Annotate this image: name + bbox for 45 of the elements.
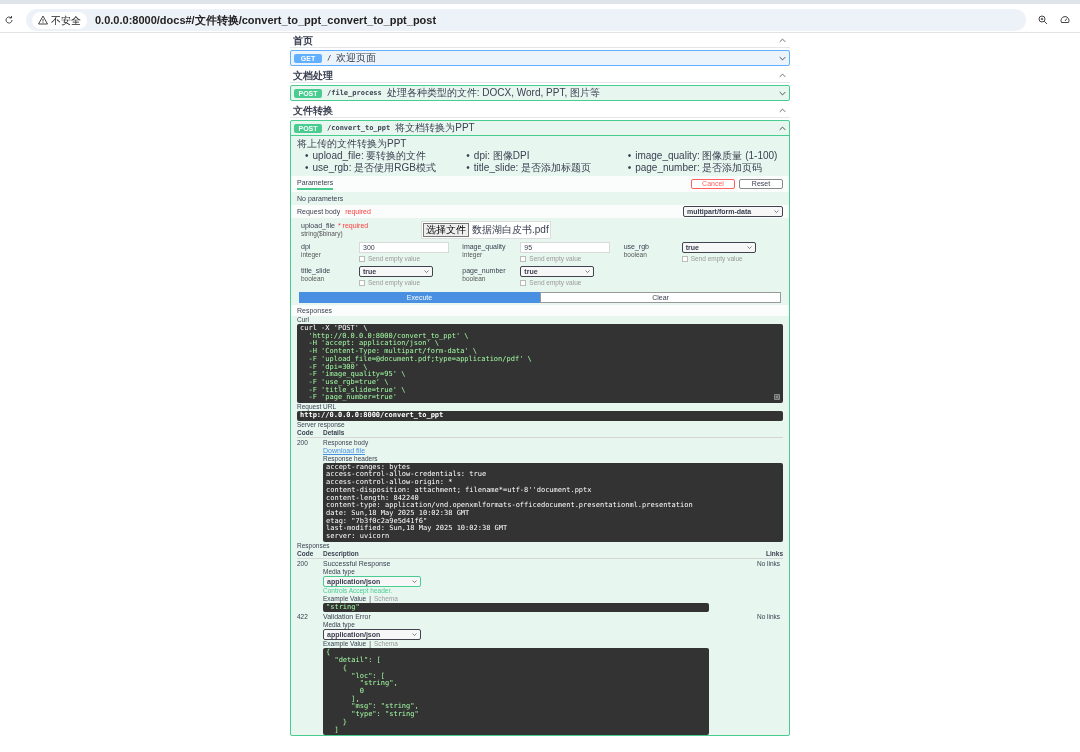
parameter-note: title_slide: 是否添加标题页 xyxy=(473,162,592,173)
endpoint-summary: 处理各种类型的文件: DOCX, Word, PPT, 图片等 xyxy=(386,87,600,99)
bullet: • xyxy=(627,162,632,173)
bullet: • xyxy=(627,150,632,161)
caret-icon[interactable] xyxy=(779,38,786,43)
caret-icon[interactable] xyxy=(779,90,786,96)
choose-file-button[interactable]: 选择文件 xyxy=(423,223,469,237)
bullet: • xyxy=(466,150,470,161)
caret-icon xyxy=(412,579,417,583)
checkbox[interactable] xyxy=(359,279,365,286)
endpoint-summary: 欢迎页面 xyxy=(336,52,377,64)
bullet: • xyxy=(466,162,470,173)
reload-icon[interactable] xyxy=(4,15,14,25)
endpoint-summary: 将文档转换为PPT xyxy=(395,122,475,134)
caret-icon xyxy=(424,270,429,273)
checkbox[interactable] xyxy=(520,255,527,262)
operation-description: 将上传的文件转换为PPT xyxy=(296,137,408,150)
bullet: • xyxy=(305,162,309,173)
section-title[interactable]: 首页 xyxy=(293,34,313,47)
address-bar[interactable]: 不安全 0.0.0.0:8000/docs#/文件转换/convert_to_ppt_convert_to_ppt_post xyxy=(26,9,1026,31)
caret-icon[interactable] xyxy=(779,55,786,61)
gauge-icon[interactable] xyxy=(1060,15,1070,25)
warning-icon xyxy=(38,15,48,25)
checkbox[interactable] xyxy=(681,255,688,262)
copy-icon[interactable] xyxy=(774,394,780,401)
caret-icon xyxy=(774,210,779,213)
checkbox[interactable] xyxy=(520,279,527,286)
bullet: • xyxy=(305,150,309,161)
checkbox[interactable] xyxy=(359,255,365,262)
zoom-icon[interactable] xyxy=(1038,15,1048,25)
caret-icon[interactable] xyxy=(779,125,786,131)
parameter-note: page_number: 是否添加页码 xyxy=(635,162,763,173)
parameter-note: dpi: 图像DPI xyxy=(473,150,530,161)
section-title[interactable]: 文档处理 xyxy=(293,69,333,82)
parameter-note: use_rgb: 是否使用RGB模式 xyxy=(312,162,436,173)
parameter-note: image_quality: 图像质量 (1-100) xyxy=(635,150,778,161)
url-text: 0.0.0.0:8000/docs#/文件转换/convert_to_ppt_convert_to_ppt_post xyxy=(95,13,437,27)
caret-icon[interactable] xyxy=(779,108,786,113)
caret-icon xyxy=(412,633,417,637)
caret-icon xyxy=(585,270,591,273)
file-name: 数据湖白皮书.pdf xyxy=(472,224,549,236)
parameter-note: upload_file: 要转换的文件 xyxy=(312,150,427,161)
caret-icon[interactable] xyxy=(779,73,786,78)
caret-icon xyxy=(746,246,752,249)
section-title[interactable]: 文件转换 xyxy=(293,104,333,117)
